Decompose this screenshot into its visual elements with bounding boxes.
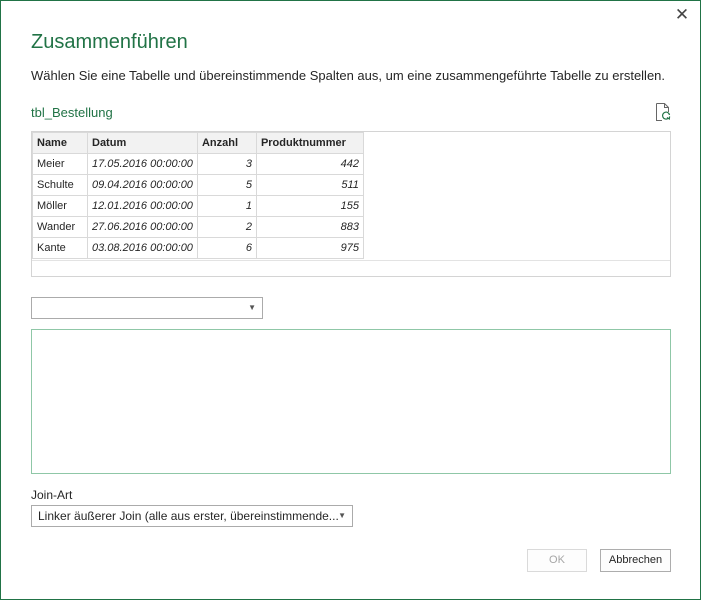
table-row: Schulte 09.04.2016 00:00:00 5 511	[32, 174, 364, 196]
table-row: Möller 12.01.2016 00:00:00 1 155	[32, 195, 364, 217]
cell-name: Möller	[32, 195, 88, 217]
cell-name: Wander	[32, 216, 88, 238]
cell-produktnummer: 975	[255, 237, 364, 259]
first-table-preview: Name Datum Anzahl Produktnummer Meier 17…	[31, 131, 671, 277]
cell-anzahl: 3	[196, 153, 257, 175]
dialog-description: Wählen Sie eine Tabelle und übereinstimm…	[31, 68, 666, 83]
cell-datum: 27.06.2016 00:00:00	[87, 216, 198, 238]
chevron-down-icon: ▼	[248, 303, 256, 312]
cell-produktnummer: 511	[255, 174, 364, 196]
cell-name: Schulte	[32, 174, 88, 196]
cancel-button[interactable]: Abbrechen	[600, 549, 671, 572]
preview-table: Name Datum Anzahl Produktnummer Meier 17…	[32, 132, 364, 259]
cell-name: Kante	[32, 237, 88, 259]
column-header-anzahl[interactable]: Anzahl	[196, 132, 257, 154]
cell-datum: 09.04.2016 00:00:00	[87, 174, 198, 196]
cell-anzahl: 6	[196, 237, 257, 259]
refresh-icon[interactable]	[655, 103, 671, 121]
cell-produktnummer: 442	[255, 153, 364, 175]
cell-produktnummer: 883	[255, 216, 364, 238]
join-type-selected: Linker äußerer Join (alle aus erster, üb…	[38, 509, 339, 523]
ok-button[interactable]: OK	[527, 549, 587, 572]
merge-dialog: ✕ Zusammenführen Wählen Sie eine Tabelle…	[0, 0, 701, 600]
join-type-label: Join-Art	[31, 488, 73, 502]
second-table-preview	[31, 329, 671, 474]
table-row: Kante 03.08.2016 00:00:00 6 975	[32, 237, 364, 259]
cell-datum: 17.05.2016 00:00:00	[87, 153, 198, 175]
column-header-datum[interactable]: Datum	[87, 132, 198, 154]
table-row: Wander 27.06.2016 00:00:00 2 883	[32, 216, 364, 238]
cell-anzahl: 2	[196, 216, 257, 238]
second-table-dropdown[interactable]: ▼	[31, 297, 263, 319]
cell-anzahl: 5	[196, 174, 257, 196]
cell-datum: 12.01.2016 00:00:00	[87, 195, 198, 217]
horizontal-scroll-area[interactable]	[32, 260, 670, 261]
join-type-dropdown[interactable]: Linker äußerer Join (alle aus erster, üb…	[31, 505, 353, 527]
table-row: Meier 17.05.2016 00:00:00 3 442	[32, 153, 364, 175]
column-header-produktnummer[interactable]: Produktnummer	[255, 132, 364, 154]
dialog-title: Zusammenführen	[31, 31, 188, 53]
cell-anzahl: 1	[196, 195, 257, 217]
cell-datum: 03.08.2016 00:00:00	[87, 237, 198, 259]
chevron-down-icon: ▼	[338, 511, 346, 520]
column-header-name[interactable]: Name	[32, 132, 88, 154]
cell-produktnummer: 155	[255, 195, 364, 217]
first-table-name: tbl_Bestellung	[31, 105, 113, 120]
cell-name: Meier	[32, 153, 88, 175]
close-icon[interactable]: ✕	[673, 6, 691, 24]
